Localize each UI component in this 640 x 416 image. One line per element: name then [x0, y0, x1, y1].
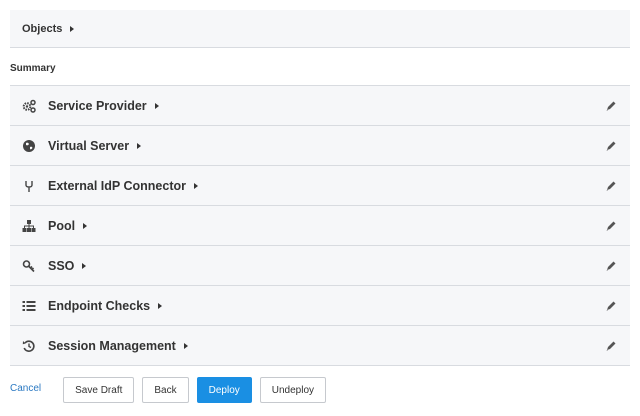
summary-row-label: Session Management: [48, 338, 176, 353]
pencil-icon[interactable]: [604, 299, 618, 313]
globe-icon: [22, 139, 36, 153]
summary-row-service-provider[interactable]: Service Provider: [10, 86, 630, 126]
deploy-button[interactable]: Deploy: [196, 377, 252, 403]
connector-icon: [22, 179, 36, 193]
gears-icon: [22, 99, 36, 113]
caret-right-icon: [70, 25, 75, 32]
list-icon: [22, 299, 36, 313]
summary-row-label: Endpoint Checks: [48, 298, 151, 313]
objects-toggle[interactable]: Objects: [10, 10, 630, 48]
pencil-icon[interactable]: [604, 179, 618, 193]
summary-row-label: Virtual Server: [48, 138, 130, 153]
caret-right-icon: [83, 222, 88, 229]
caret-right-icon: [183, 342, 188, 349]
wizard-footer: Cancel Save Draft Back Deploy Undeploy: [10, 376, 630, 404]
key-icon: [22, 259, 36, 273]
pencil-icon[interactable]: [604, 219, 618, 233]
summary-list: Service Provider Virtual Server External…: [10, 85, 630, 366]
summary-heading: Summary: [10, 63, 56, 74]
caret-right-icon: [82, 262, 87, 269]
summary-row-label: Pool: [48, 218, 76, 233]
caret-right-icon: [158, 302, 163, 309]
pencil-icon[interactable]: [604, 99, 618, 113]
history-icon: [22, 339, 36, 353]
objects-label: Objects: [22, 22, 63, 35]
summary-row-label: External IdP Connector: [48, 178, 186, 193]
sitemap-icon: [22, 219, 36, 233]
caret-right-icon: [137, 142, 142, 149]
summary-row-endpoint-checks[interactable]: Endpoint Checks: [10, 286, 630, 326]
cancel-link[interactable]: Cancel: [10, 383, 41, 394]
save-draft-button[interactable]: Save Draft: [63, 377, 135, 403]
caret-right-icon: [154, 102, 159, 109]
undeploy-button[interactable]: Undeploy: [259, 377, 327, 403]
pencil-icon[interactable]: [604, 339, 618, 353]
pencil-icon[interactable]: [604, 259, 618, 273]
caret-right-icon: [194, 182, 198, 189]
summary-row-sso[interactable]: SSO: [10, 246, 630, 286]
back-button[interactable]: Back: [142, 377, 189, 403]
summary-row-external-idp-connector[interactable]: External IdP Connector: [10, 166, 630, 206]
summary-row-session-management[interactable]: Session Management: [10, 326, 630, 366]
summary-row-label: SSO: [48, 258, 75, 273]
pencil-icon[interactable]: [604, 139, 618, 153]
summary-row-label: Service Provider: [48, 98, 147, 113]
summary-row-virtual-server[interactable]: Virtual Server: [10, 126, 630, 166]
summary-row-pool[interactable]: Pool: [10, 206, 630, 246]
